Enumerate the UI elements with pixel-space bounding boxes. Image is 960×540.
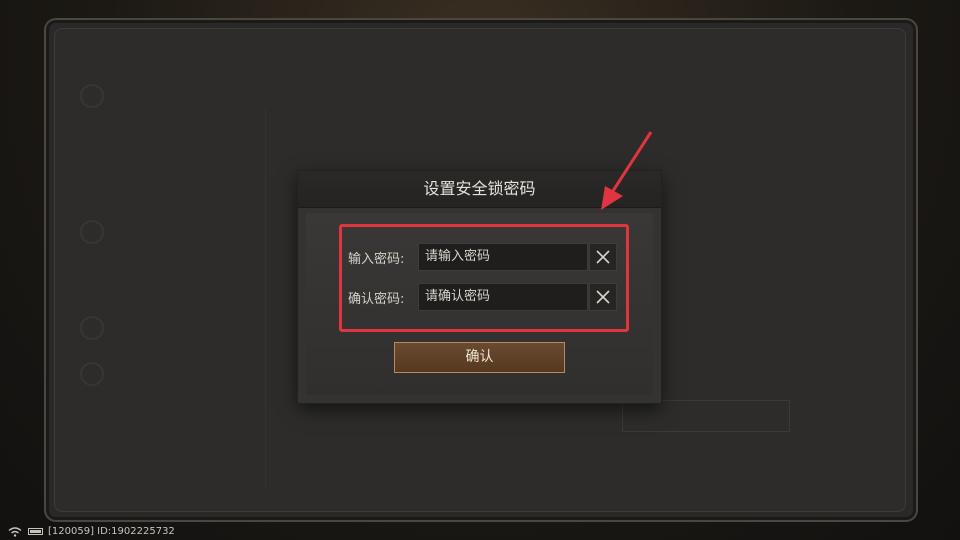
- wifi-icon: [8, 527, 22, 537]
- arrow-icon: [601, 131, 653, 210]
- status-info: [120059] ID:1902225732: [48, 526, 175, 537]
- sidebar-icon: [80, 84, 104, 108]
- background-button: [622, 400, 790, 432]
- status-bar: [120059] ID:1902225732: [0, 522, 960, 540]
- sidebar-icon: [80, 316, 104, 340]
- sidebar-icon: [80, 220, 104, 244]
- sidebar-icon: [80, 362, 104, 386]
- highlight-annotation: [339, 224, 629, 332]
- sidebar-divider: [265, 109, 266, 489]
- battery-icon: [28, 528, 43, 535]
- confirm-button[interactable]: 确认: [394, 342, 565, 373]
